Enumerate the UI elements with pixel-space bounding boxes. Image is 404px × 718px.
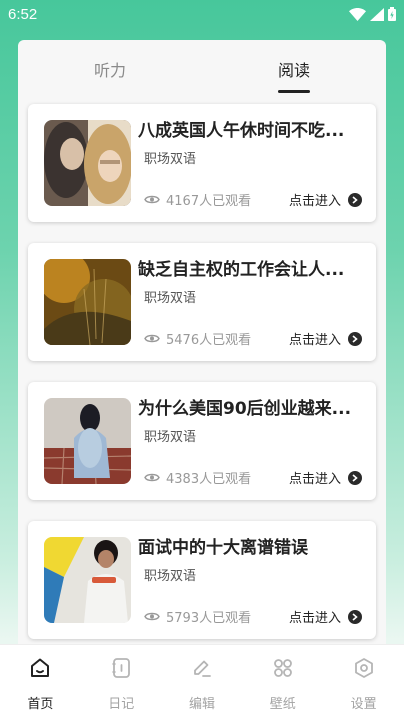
tab-bar: 听力 阅读 bbox=[18, 40, 386, 98]
home-icon bbox=[31, 658, 50, 677]
article-views: 5793人已观看 bbox=[144, 607, 251, 626]
article-card[interactable]: 缺乏自主权的工作会让人... 职场双语 5476人已观看 点击进入 bbox=[28, 243, 376, 361]
eye-icon bbox=[144, 334, 160, 343]
arrow-right-icon bbox=[348, 192, 362, 207]
view-count: 5793人已观看 bbox=[166, 611, 252, 626]
view-count: 4383人已观看 bbox=[166, 472, 252, 487]
status-time: 6:52 bbox=[8, 5, 38, 23]
content-panel: 听力 阅读 八成英国人午休时间不吃... 职场双语 4167人已观看 点击进入 … bbox=[18, 40, 386, 660]
enter-button[interactable]: 点击进入 bbox=[289, 190, 362, 209]
article-card[interactable]: 为什么美国90后创业越来... 职场双语 4383人已观看 点击进入 bbox=[28, 382, 376, 500]
article-category: 职场双语 bbox=[144, 430, 197, 445]
bottom-nav: 首页 日记 编辑 壁纸 设置 bbox=[0, 644, 404, 718]
enter-label: 点击进入 bbox=[288, 333, 341, 348]
tab-reading[interactable]: 阅读 bbox=[202, 40, 386, 98]
article-thumbnail bbox=[44, 537, 131, 623]
enter-button[interactable]: 点击进入 bbox=[289, 329, 362, 348]
status-bar: 6:52 bbox=[0, 0, 404, 28]
eye-icon bbox=[144, 612, 160, 621]
article-thumbnail bbox=[44, 120, 131, 206]
article-category: 职场双语 bbox=[144, 152, 197, 167]
nav-label-edit: 编辑 bbox=[188, 697, 215, 712]
nav-item-edit[interactable]: 编辑 bbox=[162, 645, 243, 718]
wifi-icon bbox=[349, 7, 366, 21]
enter-button[interactable]: 点击进入 bbox=[289, 468, 362, 487]
view-count: 4167人已观看 bbox=[166, 194, 252, 209]
article-card[interactable]: 面试中的十大离谱错误 职场双语 5793人已观看 点击进入 bbox=[28, 521, 376, 639]
eye-icon bbox=[144, 473, 160, 482]
nav-label-diary: 日记 bbox=[108, 697, 135, 712]
nav-item-settings[interactable]: 设置 bbox=[323, 645, 404, 718]
nav-label-home: 首页 bbox=[27, 697, 54, 712]
article-views: 5476人已观看 bbox=[144, 329, 251, 348]
tab-reading-label: 阅读 bbox=[277, 61, 310, 80]
enter-label: 点击进入 bbox=[288, 472, 341, 487]
article-category: 职场双语 bbox=[144, 569, 197, 584]
article-thumbnail bbox=[44, 259, 131, 345]
settings-icon bbox=[354, 658, 373, 678]
nav-item-diary[interactable]: 日记 bbox=[81, 645, 162, 718]
enter-button[interactable]: 点击进入 bbox=[289, 607, 362, 626]
tab-listening-label: 听力 bbox=[93, 61, 126, 80]
eye-icon bbox=[144, 195, 160, 204]
arrow-right-icon bbox=[348, 609, 362, 624]
enter-label: 点击进入 bbox=[288, 611, 341, 626]
nav-label-wallpaper: 壁纸 bbox=[269, 697, 296, 712]
article-views: 4167人已观看 bbox=[144, 190, 251, 209]
view-count: 5476人已观看 bbox=[166, 333, 252, 348]
edit-icon bbox=[194, 660, 211, 677]
article-title: 缺乏自主权的工作会让人... bbox=[138, 260, 345, 280]
article-card[interactable]: 八成英国人午休时间不吃... 职场双语 4167人已观看 点击进入 bbox=[28, 104, 376, 222]
article-category: 职场双语 bbox=[144, 291, 197, 306]
article-thumbnail bbox=[44, 398, 131, 484]
nav-item-wallpaper[interactable]: 壁纸 bbox=[242, 645, 323, 718]
article-views: 4383人已观看 bbox=[144, 468, 251, 487]
signal-icon bbox=[370, 7, 384, 21]
enter-label: 点击进入 bbox=[288, 194, 341, 209]
diary-icon bbox=[112, 658, 131, 678]
nav-label-settings: 设置 bbox=[350, 697, 377, 712]
battery-icon bbox=[388, 7, 396, 21]
wallpaper-icon bbox=[273, 659, 292, 677]
nav-item-home[interactable]: 首页 bbox=[0, 645, 81, 718]
article-title: 八成英国人午休时间不吃... bbox=[138, 121, 345, 141]
arrow-right-icon bbox=[348, 331, 362, 346]
status-icons bbox=[349, 7, 396, 21]
article-title: 面试中的十大离谱错误 bbox=[138, 538, 308, 558]
arrow-right-icon bbox=[348, 470, 362, 485]
article-title: 为什么美国90后创业越来... bbox=[138, 399, 352, 419]
tab-listening[interactable]: 听力 bbox=[18, 40, 202, 98]
